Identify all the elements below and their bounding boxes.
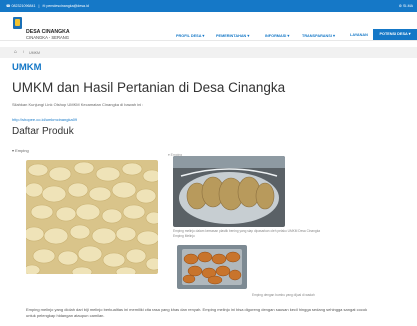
village-logo-icon[interactable] [13, 17, 22, 29]
nav-potensi-desa[interactable]: POTENSI DESA ▾ [373, 29, 417, 40]
phone-contact[interactable]: ☎ 082321096841 [6, 4, 35, 8]
emping-bag-image [173, 156, 285, 227]
email-contact[interactable]: ✉ pemdescinangka@desa.id [42, 4, 88, 8]
product-list-heading: Daftar Produk [12, 126, 74, 137]
page-heading: UMKM dan Hasil Pertanian di Desa Cinangk… [12, 80, 286, 95]
nav-transparansi[interactable]: TRANSPARANSI ▾ [302, 33, 335, 38]
product-description-line-2: untuk pelengkap hidangan ataupun camilan… [26, 313, 105, 318]
breadcrumb-current: UMKM [29, 51, 40, 55]
intro-text: Silahkan Kunjungi Link Olshop UMKM Kecam… [12, 102, 144, 107]
bag-caption: Emping melinjo dalam kemasan plastik ben… [173, 229, 321, 233]
nav-profil-desa[interactable]: PROFIL DESA ▾ [176, 33, 204, 38]
shop-link[interactable]: http://shopee.co.id/umkmcinangka09 [12, 117, 77, 122]
home-icon[interactable]: ⌂ [14, 50, 17, 55]
nav-informasi[interactable]: INFORMASI ▾ [265, 33, 289, 38]
nav-pemerintahan[interactable]: PEMERINTAHAN ▾ [216, 33, 249, 38]
bag-caption-secondary: Emping Melinjo [173, 234, 195, 238]
breadcrumb: ⌂ / UMKM [0, 47, 417, 58]
contact-separator: | [38, 4, 40, 8]
emping-tray-image [177, 245, 247, 289]
nav-layanan[interactable]: LAYANAN [350, 33, 368, 37]
tray-caption: Emping dengan bumbu yang dijual di wadah [252, 293, 315, 297]
section-title: UMKM [12, 62, 42, 73]
emping-chips-image [26, 160, 158, 274]
village-subtitle: CINANGKA - SERANG [26, 35, 70, 40]
product-description: Emping melinjo yang diolah dari biji mel… [26, 307, 416, 319]
breadcrumb-separator: / [23, 50, 24, 54]
product-accordion-toggle[interactable]: ▾ Emping [12, 148, 29, 153]
top-contact-bar: ☎ 082321096841 | ✉ pemdescinangka@desa.i… [0, 0, 417, 12]
user-menu[interactable]: ⚙ SI-MA [399, 4, 413, 8]
